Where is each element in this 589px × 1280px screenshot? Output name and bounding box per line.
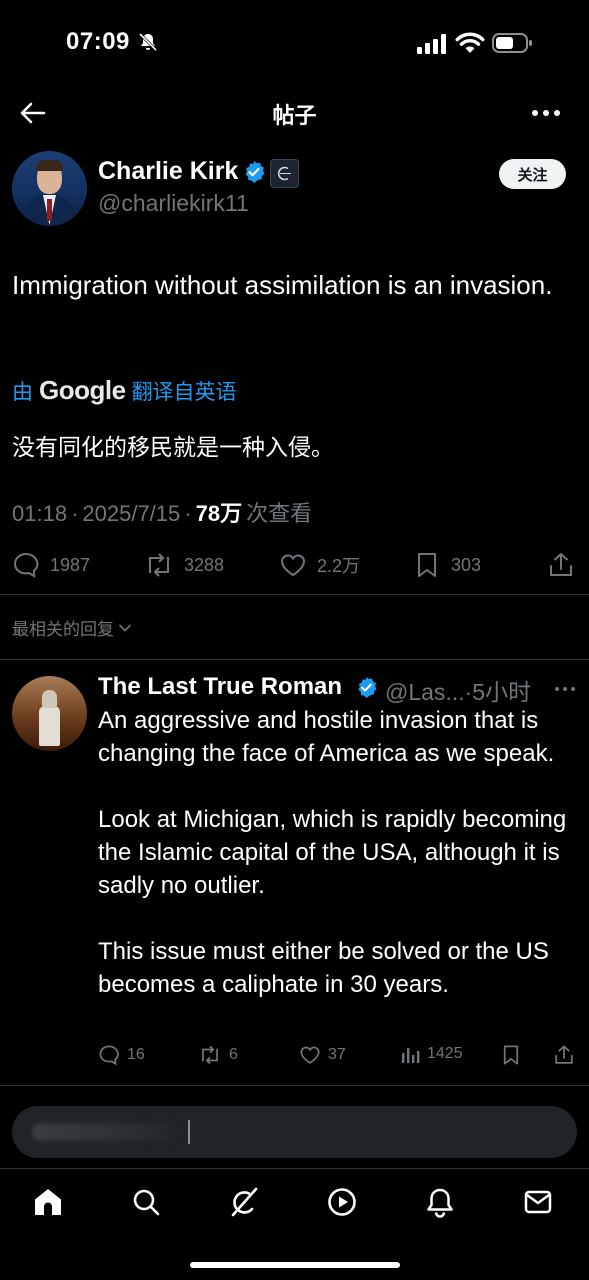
- section-divider: [0, 1085, 589, 1086]
- reply-more-icon[interactable]: [553, 681, 577, 697]
- home-indicator[interactable]: [190, 1262, 400, 1268]
- like-count: 2.2万: [317, 556, 361, 576]
- reply-paragraph: This issue must either be solved or the …: [98, 938, 549, 998]
- tab-notifications[interactable]: [420, 1182, 460, 1222]
- author-name[interactable]: Charlie Kirk: [98, 157, 238, 186]
- reply-author-name[interactable]: The Last True Roman: [98, 673, 342, 701]
- repost-count: 3288: [184, 554, 225, 575]
- tab-messages[interactable]: [518, 1182, 558, 1222]
- like-action[interactable]: 2.2万: [279, 551, 360, 579]
- verified-badge-icon: [358, 676, 377, 699]
- status-time: 07:09: [66, 28, 130, 55]
- reply-author-handle[interactable]: @Las...: [385, 679, 465, 705]
- post-meta: 01:18 · 2025/7/15 · 78万 次查看: [12, 496, 312, 528]
- translation-suffix: 翻译自英语: [131, 380, 237, 404]
- tab-home[interactable]: [28, 1182, 68, 1222]
- reply-reply-count: 16: [127, 1046, 145, 1063]
- meta-separator: ·: [184, 501, 192, 526]
- reply-like-action[interactable]: 37: [299, 1044, 346, 1066]
- reply-views-count: 1425: [427, 1045, 463, 1062]
- reply-icon: [13, 552, 39, 578]
- share-action[interactable]: [548, 551, 574, 579]
- reply-repost-count: 6: [229, 1046, 238, 1063]
- views-chart-icon: [402, 1048, 420, 1063]
- battery-icon: [492, 33, 532, 53]
- home-icon: [35, 1189, 61, 1215]
- notifications-icon: [427, 1188, 453, 1218]
- reply-paragraph: Look at Michigan, which is rapidly becom…: [98, 806, 567, 899]
- reply-bookmark-action[interactable]: [500, 1044, 522, 1066]
- replies-sort-dropdown[interactable]: 最相关的回复: [12, 615, 133, 640]
- search-icon: [133, 1189, 160, 1216]
- bookmark-count: 303: [451, 554, 482, 575]
- google-logo: Google: [39, 375, 126, 405]
- cellular-signal-icon: [417, 34, 446, 54]
- repost-action[interactable]: 3288: [144, 551, 224, 579]
- share-icon: [550, 553, 572, 576]
- heart-icon: [280, 554, 306, 577]
- post-date: 2025/7/15: [82, 501, 181, 526]
- translated-text: 没有同化的移民就是一种入侵。: [12, 434, 334, 460]
- meta-separator: ·: [71, 501, 79, 526]
- repost-icon: [202, 1045, 218, 1065]
- replies-sort-label: 最相关的回复: [12, 620, 114, 639]
- translation-prefix: 由: [12, 380, 33, 404]
- reply-views-action[interactable]: 1425: [400, 1044, 463, 1064]
- more-options-icon[interactable]: [528, 98, 564, 128]
- reply-text: An aggressive and hostile invasion that …: [98, 704, 578, 1034]
- share-icon: [555, 1045, 573, 1064]
- chevron-down-icon: [119, 624, 131, 631]
- section-divider: [0, 594, 589, 595]
- bookmark-icon: [418, 553, 436, 577]
- wifi-icon: [455, 32, 485, 53]
- follow-button[interactable]: 关注: [499, 159, 566, 189]
- grok-icon: [231, 1187, 258, 1217]
- views-label: 次查看: [246, 501, 313, 526]
- reply-paragraph: An aggressive and hostile invasion that …: [98, 707, 555, 767]
- reply-meta: @Las...·5小时: [385, 673, 531, 707]
- tab-grok[interactable]: [224, 1182, 264, 1222]
- post-text: Immigration without assimilation is an i…: [12, 270, 553, 300]
- back-arrow-icon[interactable]: [18, 98, 48, 128]
- reply-like-count: 37: [328, 1046, 346, 1063]
- verified-badge-icon: [245, 161, 265, 183]
- translation-attribution[interactable]: 由 Google 翻译自英语: [12, 375, 237, 406]
- affiliation-badge-icon[interactable]: [270, 159, 299, 188]
- messages-icon: [524, 1190, 552, 1214]
- tabbar-divider: [0, 1168, 589, 1169]
- reply-reply-action[interactable]: 16: [98, 1044, 145, 1066]
- reply-count: 1987: [50, 554, 91, 575]
- reply-time: 5小时: [472, 679, 532, 705]
- reply-repost-action[interactable]: 6: [198, 1044, 238, 1066]
- blurred-placeholder: [32, 1123, 182, 1141]
- reply-author-avatar[interactable]: [12, 676, 87, 751]
- bookmark-icon: [503, 1045, 519, 1065]
- reply-icon: [99, 1045, 119, 1066]
- page-title: 帖子: [272, 103, 317, 128]
- views-count[interactable]: 78万: [196, 496, 242, 528]
- reply-share-action[interactable]: [553, 1044, 575, 1066]
- tab-video[interactable]: [322, 1182, 362, 1222]
- reply-input[interactable]: [12, 1106, 577, 1158]
- reply-action[interactable]: 1987: [12, 551, 90, 579]
- text-caret: [188, 1120, 190, 1144]
- section-divider: [0, 659, 589, 660]
- post-time: 01:18: [12, 501, 68, 526]
- bookmark-action[interactable]: 303: [413, 551, 481, 579]
- tab-search[interactable]: [126, 1182, 166, 1222]
- repost-icon: [149, 553, 169, 577]
- author-handle[interactable]: @charliekirk11: [98, 190, 249, 217]
- author-avatar[interactable]: [12, 151, 87, 226]
- silent-bell-icon: [138, 32, 158, 52]
- video-icon: [328, 1188, 356, 1216]
- heart-icon: [300, 1046, 320, 1064]
